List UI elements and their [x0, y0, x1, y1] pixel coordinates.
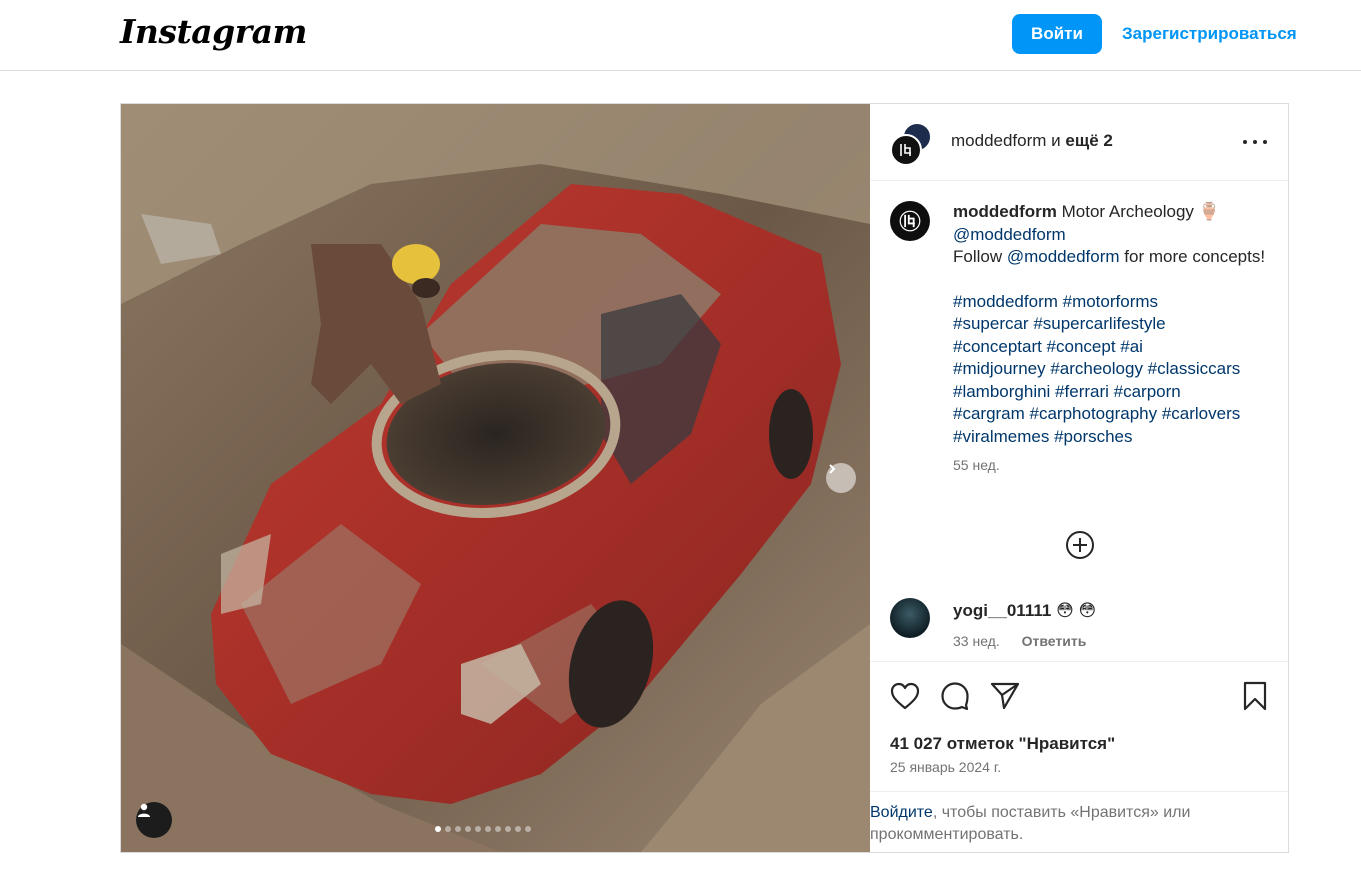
post-card: moddedform и ещё 2 moddedform Motor Arch…	[120, 103, 1289, 853]
avatar[interactable]	[890, 598, 930, 638]
comment-text: 😳 😳	[1056, 601, 1097, 620]
post-author-and: и	[1051, 131, 1061, 150]
hashtag-line[interactable]: #viralmemes #porsches	[953, 426, 1273, 449]
load-more-comments-button[interactable]	[1064, 529, 1096, 561]
caption-username[interactable]: moddedform	[953, 202, 1057, 221]
heart-icon	[890, 682, 920, 710]
next-slide-button[interactable]	[826, 463, 856, 493]
caption-time[interactable]: 55 нед.	[953, 454, 1273, 477]
login-prompt: Войдите, чтобы поставить «Нравится» или …	[870, 791, 1288, 852]
post-header: moddedform и ещё 2	[870, 104, 1288, 181]
carousel-dot	[525, 826, 531, 832]
moddedform-logo-icon	[900, 144, 911, 156]
post-author-username[interactable]: moddedform	[951, 131, 1046, 150]
caption-emoji: 🏺	[1198, 202, 1220, 221]
caption-mention[interactable]: @moddedform	[953, 225, 1066, 244]
save-button[interactable]	[1239, 680, 1271, 712]
hashtag-line[interactable]: #moddedform #motorforms	[953, 291, 1273, 314]
bookmark-icon	[1243, 681, 1267, 711]
reply-button[interactable]: Ответить	[1022, 633, 1087, 649]
carousel-dot	[475, 826, 481, 832]
caption-title: Motor Archeology	[1061, 202, 1194, 221]
send-icon	[990, 682, 1020, 710]
carousel-dot	[445, 826, 451, 832]
signup-link[interactable]: Зарегистрироваться	[1122, 24, 1297, 44]
caption-body: moddedform Motor Archeology 🏺 @moddedfor…	[953, 201, 1273, 477]
post-media[interactable]	[121, 104, 870, 852]
comment-button[interactable]	[939, 680, 971, 712]
login-prompt-link[interactable]: Войдите	[870, 804, 933, 821]
post-author[interactable]: moddedform и ещё 2	[951, 131, 1113, 151]
avatar[interactable]	[890, 201, 930, 241]
carousel-dot	[505, 826, 511, 832]
carousel-dot	[435, 826, 441, 832]
caption-follow-prefix: Follow	[953, 247, 1003, 266]
share-button[interactable]	[989, 680, 1021, 712]
more-options-icon[interactable]	[1243, 132, 1267, 152]
collab-avatars[interactable]	[890, 122, 934, 166]
like-button[interactable]	[889, 680, 921, 712]
carousel-dot	[465, 826, 471, 832]
post-date[interactable]: 25 январь 2024 г.	[890, 759, 1001, 775]
hashtag-line[interactable]: #supercar #supercarlifestyle	[953, 313, 1273, 336]
carousel-dot	[455, 826, 461, 832]
plus-circle-icon	[1066, 531, 1094, 559]
moddedform-logo-icon	[899, 210, 921, 232]
likes-count[interactable]: 41 027 отметок "Нравится"	[890, 734, 1115, 754]
post-photo	[121, 104, 870, 852]
comment-username[interactable]: yogi__01111	[953, 601, 1051, 620]
carousel-dots	[435, 826, 531, 832]
hashtag-line[interactable]: #midjourney #archeology #classiccars	[953, 358, 1273, 381]
hashtag-line[interactable]: #cargram #carphotography #carlovers	[953, 403, 1273, 426]
comment-time[interactable]: 33 нед.	[953, 633, 1000, 649]
post-actions: 41 027 отметок "Нравится" 25 январь 2024…	[870, 661, 1288, 791]
person-icon	[138, 803, 150, 817]
avatar	[890, 134, 922, 166]
hashtag-line[interactable]: #lamborghini #ferrari #carporn	[953, 381, 1273, 404]
caption-mention[interactable]: @moddedform	[1007, 247, 1120, 266]
carousel-dot	[515, 826, 521, 832]
comment-item: yogi__01111 😳 😳 33 нед. Ответить	[890, 598, 1280, 658]
carousel-dot	[495, 826, 501, 832]
top-bar: Instagram Войти Зарегистрироваться	[0, 0, 1361, 71]
caption-follow-suffix: for more concepts!	[1124, 247, 1266, 266]
chevron-right-icon	[829, 464, 836, 474]
carousel-dot	[485, 826, 491, 832]
post-side-panel: moddedform и ещё 2 moddedform Motor Arch…	[870, 104, 1288, 852]
hashtag-line[interactable]: #conceptart #concept #ai	[953, 336, 1273, 359]
comment-bubble-icon	[941, 682, 969, 711]
instagram-logo[interactable]: Instagram	[120, 12, 307, 51]
post-collaborators-link[interactable]: ещё 2	[1065, 131, 1112, 150]
tagged-users-button[interactable]	[136, 802, 172, 838]
login-button[interactable]: Войти	[1012, 14, 1102, 54]
